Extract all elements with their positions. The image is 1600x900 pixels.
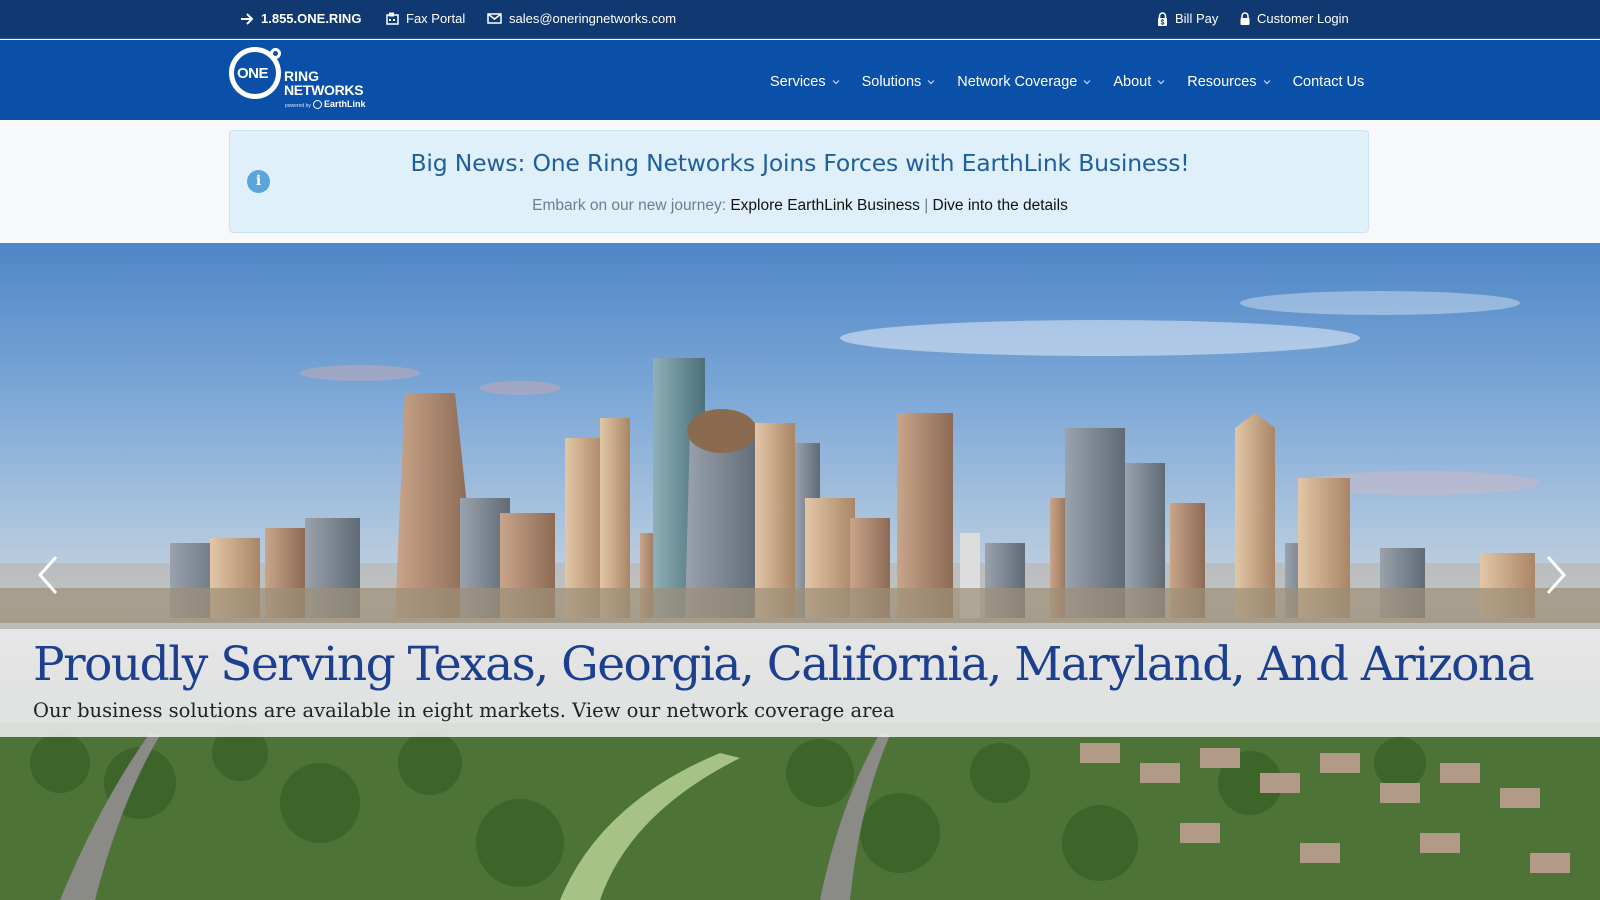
main-nav: Services Solutions Network Coverage Abou…: [770, 74, 1364, 90]
dive-details-link[interactable]: Dive into the details: [933, 197, 1068, 214]
nav-network-coverage[interactable]: Network Coverage: [957, 74, 1091, 90]
chevron-down-icon: [1263, 80, 1270, 85]
chevron-down-icon: [1083, 80, 1091, 85]
nav-resources[interactable]: Resources: [1187, 74, 1270, 90]
email-link[interactable]: sales@oneringnetworks.com: [487, 11, 676, 26]
envelope-icon: [487, 13, 502, 24]
svg-text:$: $: [1161, 19, 1165, 26]
announcement-lead: Embark on our new journey:: [532, 197, 727, 214]
fax-portal-link[interactable]: Fax Portal: [386, 11, 465, 26]
arrow-right-icon: [241, 12, 254, 25]
nav-services[interactable]: Services: [770, 74, 840, 90]
announcement-headline: Big News: One Ring Networks Joins Forces…: [410, 149, 1190, 177]
lock-icon: [1240, 12, 1250, 25]
phone-link[interactable]: 1.855.ONE.RING: [240, 11, 361, 26]
slider-next-arrow-icon[interactable]: [1536, 543, 1576, 603]
hero-caption: Proudly Serving Texas, Georgia, Californ…: [0, 629, 1600, 737]
one-ring-networks-logo[interactable]: ONE RING NETWORKS powered by EarthLink: [229, 46, 371, 114]
earthlink-mark: EarthLink: [313, 99, 366, 109]
dollar-lock-icon: $: [1158, 11, 1167, 26]
announcement-section: i Big News: One Ring Networks Joins Forc…: [0, 120, 1600, 243]
fax-icon: [386, 12, 399, 25]
email-address: sales@oneringnetworks.com: [509, 11, 677, 26]
city-skyline-image: [0, 291, 1600, 900]
nav-contact-us[interactable]: Contact Us: [1293, 74, 1365, 90]
fax-portal-label: Fax Portal: [406, 11, 466, 26]
chevron-down-icon: [927, 80, 935, 85]
chevron-down-icon: [1157, 80, 1165, 85]
link-separator: |: [924, 197, 929, 214]
customer-login-label: Customer Login: [1257, 11, 1349, 26]
announcement-subline: Embark on our new journey: Explore Earth…: [230, 197, 1370, 215]
slider-prev-arrow-icon[interactable]: [28, 543, 68, 603]
hero-title: Proudly Serving Texas, Georgia, Californ…: [33, 637, 1535, 692]
announcement-banner: i Big News: One Ring Networks Joins Forc…: [229, 130, 1369, 233]
hero-slider: Proudly Serving Texas, Georgia, Californ…: [0, 243, 1600, 900]
phone-number: 1.855.ONE.RING: [261, 11, 362, 26]
chevron-down-icon: [832, 80, 840, 85]
hero-description[interactable]: Our business solutions are available in …: [33, 699, 895, 722]
top-utility-bar: 1.855.ONE.RING Fax Portal sales@oneringn…: [0, 0, 1600, 39]
bill-pay-link[interactable]: $ Bill Pay: [1157, 11, 1218, 26]
bill-pay-label: Bill Pay: [1175, 11, 1219, 26]
nav-solutions[interactable]: Solutions: [862, 74, 936, 90]
main-header: ONE RING NETWORKS powered by EarthLink S…: [0, 40, 1600, 120]
customer-login-link[interactable]: Customer Login: [1240, 11, 1349, 26]
nav-about[interactable]: About: [1113, 74, 1165, 90]
explore-earthlink-link[interactable]: Explore EarthLink Business: [730, 197, 920, 214]
